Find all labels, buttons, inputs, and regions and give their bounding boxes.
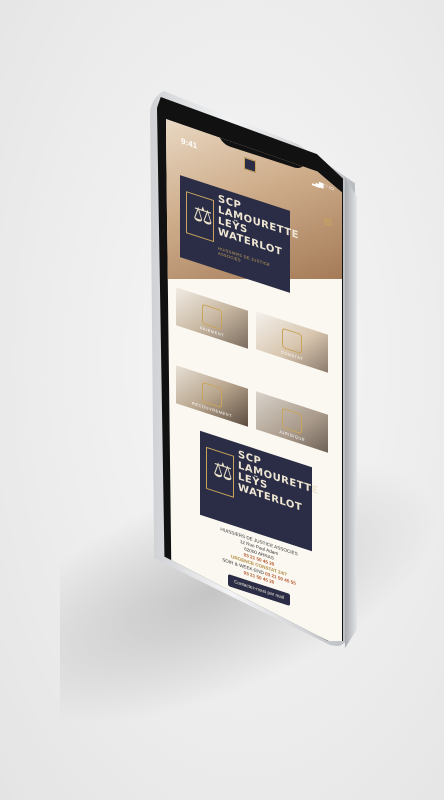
- phone-mockup: ⚖ SCP LAMOURETTE LEŸS WATERLOT HUISSIERS…: [150, 88, 357, 648]
- footer-brand-name: SCP LAMOURETTE LEŸS WATERLOT: [238, 449, 319, 519]
- service-tile-paiement[interactable]: PAIEMENT: [176, 287, 248, 349]
- service-tile-recouvrement[interactable]: RECOUVREMENT: [176, 365, 248, 427]
- service-tile-constat[interactable]: CONSTAT: [256, 311, 328, 373]
- service-tile-juridique[interactable]: JURIDIQUE: [256, 391, 328, 453]
- website-content: ⚖ SCP LAMOURETTE LEŸS WATERLOT HUISSIERS…: [166, 119, 342, 641]
- justice-statue-icon: ⚖: [206, 446, 234, 498]
- phone-side-edge: [345, 178, 357, 648]
- phone-screen: ⚖ SCP LAMOURETTE LEŸS WATERLOT HUISSIERS…: [157, 97, 343, 641]
- justice-statue-icon: ⚖: [186, 191, 214, 243]
